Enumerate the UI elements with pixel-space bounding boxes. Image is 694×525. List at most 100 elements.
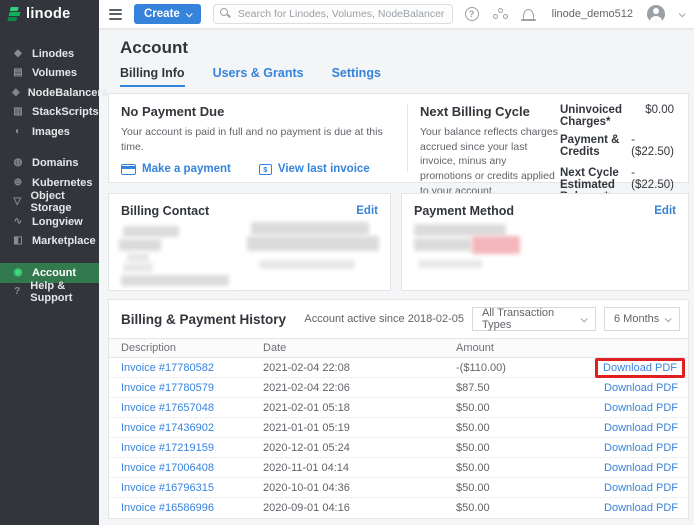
sidebar-item-marketplace[interactable]: ◧ Marketplace — [0, 232, 99, 252]
help-icon[interactable]: ? — [465, 7, 479, 21]
sidebar-item-label: Object Storage — [31, 190, 100, 214]
sidebar-item-label: Account — [32, 267, 76, 279]
download-pdf-link[interactable]: Download PDF — [604, 422, 678, 434]
billing-info-panel: No Payment Due Your account is paid in f… — [108, 93, 689, 519]
chevron-down-icon — [185, 10, 192, 17]
charge-value: -($22.50) — [631, 134, 674, 158]
billing-summary-panel: No Payment Due Your account is paid in f… — [108, 93, 689, 183]
nodebalancer-icon: ◈ — [12, 88, 20, 98]
create-button[interactable]: Create — [134, 4, 201, 24]
no-payment-due-title: No Payment Due — [121, 104, 395, 119]
download-pdf-link[interactable]: Download PDF — [604, 502, 678, 514]
page-title: Account — [120, 38, 694, 58]
invoice-link[interactable]: Invoice #17780582 — [121, 362, 214, 374]
sidebar-item-label: StackScripts — [32, 106, 99, 118]
transaction-type-select[interactable]: All Transaction Types — [472, 307, 596, 331]
sidebar-item-help-support[interactable]: ? Help & Support — [0, 283, 99, 303]
linode-logo[interactable]: linode — [0, 0, 99, 28]
make-payment-link[interactable]: Make a payment — [121, 163, 231, 175]
invoice-amount: $50.00 — [456, 502, 586, 514]
hamburger-menu-icon[interactable] — [107, 5, 124, 24]
next-billing-cycle-title: Next Billing Cycle — [420, 104, 560, 119]
sidebar-item-images[interactable]: ◐ Images — [0, 122, 99, 142]
avatar[interactable] — [647, 5, 665, 23]
account-icon: ◉ — [12, 268, 24, 278]
sidebar-item-linodes[interactable]: ◆ Linodes — [0, 44, 99, 64]
linode-icon: ◆ — [12, 49, 24, 59]
download-pdf-link[interactable]: Download PDF — [604, 462, 678, 474]
time-range-select[interactable]: 6 Months — [604, 307, 680, 331]
sidebar-item-domains[interactable]: ◍ Domains — [0, 154, 99, 174]
tab-settings[interactable]: Settings — [332, 66, 381, 87]
sidebar-item-volumes[interactable]: ▤ Volumes — [0, 64, 99, 84]
sidebar-divider — [0, 251, 99, 263]
bucket-icon: ▽ — [12, 197, 23, 207]
chevron-down-icon — [581, 315, 588, 322]
redacted-contact-line — [121, 275, 229, 286]
download-pdf-link[interactable]: Download PDF — [604, 382, 678, 394]
create-button-label: Create — [144, 8, 180, 20]
sidebar-item-nodebalancers[interactable]: ◈ NodeBalancers — [0, 83, 99, 103]
notifications-bell-icon[interactable] — [523, 9, 534, 19]
topbar: Create ? linode_demo512 — [99, 0, 694, 28]
sidebar-item-label: Volumes — [32, 67, 77, 79]
invoice-link[interactable]: Invoice #16586996 — [121, 502, 214, 514]
invoice-link[interactable]: Invoice #17436902 — [121, 422, 214, 434]
invoice-amount: -($110.00) — [456, 362, 586, 374]
sidebar-item-label: Help & Support — [30, 280, 99, 304]
invoice-link[interactable]: Invoice #17657048 — [121, 402, 214, 414]
sidebar-item-object-storage[interactable]: ▽ Object Storage — [0, 193, 99, 213]
table-row: Invoice #16796315 2020-10-01 04:36 $50.0… — [109, 478, 688, 498]
invoice-amount: $50.00 — [456, 402, 586, 414]
download-pdf-link[interactable]: Download PDF — [604, 402, 678, 414]
next-billing-cycle-body: Your balance reflects charges accrued si… — [420, 125, 560, 198]
billing-history-title: Billing & Payment History — [121, 312, 304, 327]
redacted-contact-line — [123, 263, 153, 272]
invoice-amount: $50.00 — [456, 482, 586, 494]
payment-method-card: Payment Method Edit — [401, 193, 689, 291]
invoice-link[interactable]: Invoice #17006408 — [121, 462, 214, 474]
search-bar — [213, 4, 453, 24]
download-pdf-link[interactable]: Download PDF — [604, 482, 678, 494]
column-date: Date — [263, 342, 456, 354]
tab-users-grants[interactable]: Users & Grants — [213, 66, 304, 87]
view-last-invoice-link[interactable]: $ View last invoice — [259, 163, 370, 175]
view-last-invoice-label: View last invoice — [278, 163, 370, 175]
redacted-contact-email — [251, 222, 369, 235]
invoice-link[interactable]: Invoice #17219159 — [121, 442, 214, 454]
redacted-contact-name — [123, 226, 179, 237]
time-range-value: 6 Months — [614, 313, 659, 325]
invoice-date: 2021-02-01 05:18 — [263, 402, 456, 414]
annotation-highlight: Download PDF — [595, 358, 685, 378]
column-description: Description — [121, 342, 263, 354]
image-icon: ◐ — [12, 127, 24, 137]
community-icon[interactable] — [493, 8, 509, 20]
tab-billing-info[interactable]: Billing Info — [120, 66, 185, 87]
sidebar-item-label: Linodes — [32, 48, 74, 60]
linode-logo-icon — [7, 7, 21, 21]
search-icon — [220, 8, 228, 16]
sidebar-item-label: Images — [32, 126, 70, 138]
stackscript-icon: ▥ — [12, 107, 24, 117]
invoice-link[interactable]: Invoice #16796315 — [121, 482, 214, 494]
next-billing-cycle-section: Next Billing Cycle Your balance reflects… — [408, 94, 560, 182]
sidebar-nav: ◆ Linodes ▤ Volumes ◈ NodeBalancers ▥ St… — [0, 44, 99, 302]
sidebar-item-stackscripts[interactable]: ▥ StackScripts — [0, 103, 99, 123]
download-pdf-link[interactable]: Download PDF — [604, 442, 678, 454]
search-input[interactable] — [213, 4, 453, 24]
redacted-card-line — [418, 260, 482, 268]
edit-billing-contact-link[interactable]: Edit — [356, 205, 378, 217]
no-payment-due-body: Your account is paid in full and no paym… — [121, 125, 395, 154]
linode-cloud-manager: linode ◆ Linodes ▤ Volumes ◈ NodeBalance… — [0, 0, 694, 525]
username: linode_demo512 — [552, 8, 633, 20]
sidebar-item-label: NodeBalancers — [28, 87, 108, 99]
sidebar-item-longview[interactable]: ∿ Longview — [0, 212, 99, 232]
download-pdf-link[interactable]: Download PDF — [603, 362, 677, 374]
invoice-date: 2020-10-01 04:36 — [263, 482, 456, 494]
sidebar-divider — [0, 142, 99, 154]
account-menu-chevron-icon[interactable] — [679, 10, 686, 17]
invoice-link[interactable]: Invoice #17780579 — [121, 382, 214, 394]
invoice-date: 2020-11-01 04:14 — [263, 462, 456, 474]
edit-payment-method-link[interactable]: Edit — [654, 205, 676, 217]
charges-summary: Uninvoiced Charges* $0.00 Payment & Cred… — [560, 94, 688, 182]
